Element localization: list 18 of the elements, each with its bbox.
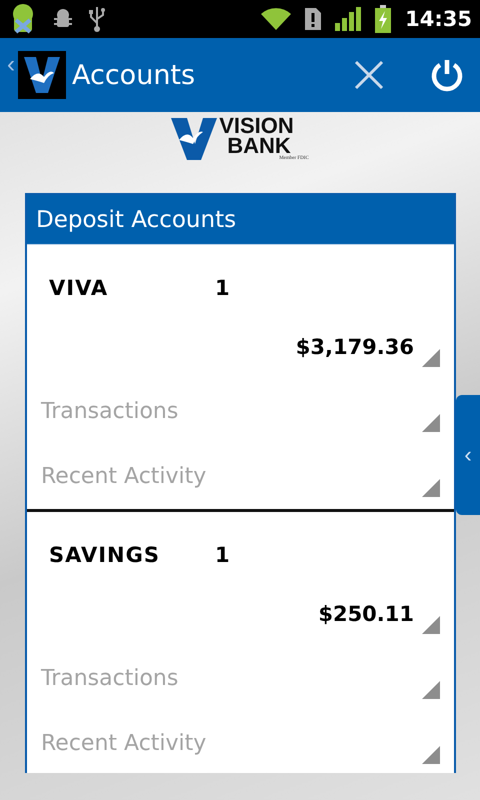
home-button[interactable]: ‹ <box>4 51 66 99</box>
clock: 14:35 <box>405 7 472 31</box>
back-caret-icon: ‹ <box>4 51 18 99</box>
account-name: VIVA <box>49 276 110 300</box>
logo-text: VISION <box>219 116 295 136</box>
logo-text: BANK <box>227 136 291 156</box>
balance-row[interactable]: $3,179.36 <box>27 315 454 379</box>
account-link[interactable]: Recent Activity <box>27 444 454 509</box>
panel-header: Deposit Accounts <box>27 195 454 245</box>
side-drawer-tab[interactable]: ‹ <box>456 395 480 515</box>
account-link[interactable]: Transactions <box>27 646 454 711</box>
screen-title: Accounts <box>72 60 196 90</box>
account-link[interactable]: Recent Activity <box>27 711 454 773</box>
account-link[interactable]: Transactions <box>27 379 454 444</box>
account-number: 1 <box>215 276 230 300</box>
balance-row[interactable]: $250.11 <box>27 582 454 646</box>
account-number: 1 <box>215 543 230 567</box>
account-name: SAVINGS <box>49 543 161 567</box>
